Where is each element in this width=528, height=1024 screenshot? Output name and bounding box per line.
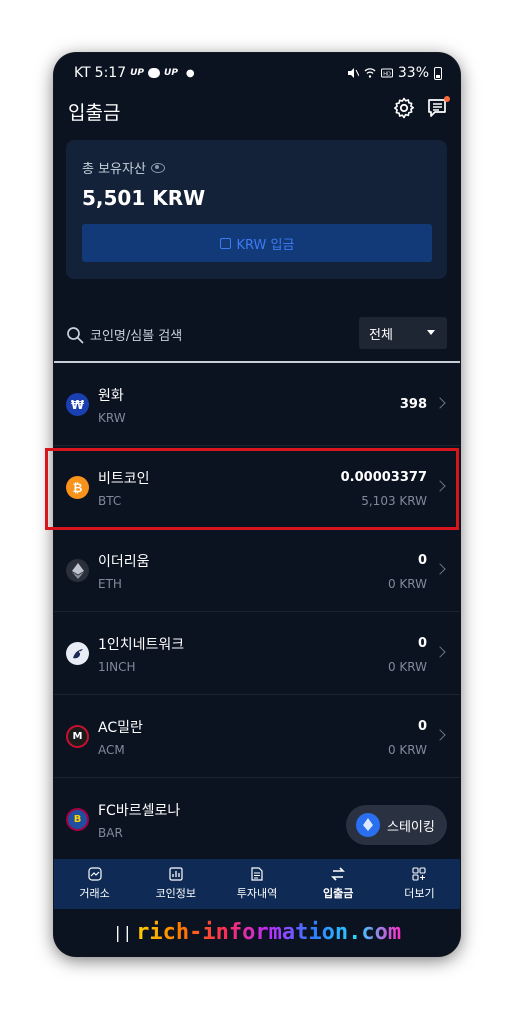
page-header: 입출금 <box>54 93 460 129</box>
coin-symbol: 1INCH <box>98 660 136 674</box>
carrier: KT <box>74 65 91 81</box>
search-row: 전체 <box>54 315 460 361</box>
transfer-icon <box>331 867 346 881</box>
highlight-box <box>45 448 459 530</box>
coin-name: 원화 <box>98 388 124 404</box>
nav-history[interactable]: 투자내역 <box>216 859 297 909</box>
mute-icon <box>347 68 359 78</box>
coin-row-krw[interactable]: ₩ 원화 KRW 398 <box>54 363 460 446</box>
staking-icon <box>356 813 380 837</box>
nav-transfer[interactable]: 입출금 <box>298 859 379 909</box>
clock: 5:17 <box>94 65 127 81</box>
battery-text: 33% <box>397 65 429 81</box>
asset-summary-card: 총 보유자산 5,501 KRW KRW 입금 <box>66 140 447 279</box>
ac-milan-icon: M <box>66 725 89 748</box>
staking-button[interactable]: 스테이킹 <box>346 805 447 845</box>
notice-badge <box>444 96 450 102</box>
coin-krw-value: 0 KRW <box>387 743 427 757</box>
gear-icon[interactable] <box>392 96 416 120</box>
ethereum-icon <box>66 559 89 582</box>
coin-name: 1인치네트워크 <box>98 637 185 653</box>
coin-krw-value: 0 KRW <box>387 577 427 591</box>
nav-exchange[interactable]: 거래소 <box>54 859 135 909</box>
asset-label-row: 총 보유자산 <box>82 158 165 177</box>
chevron-right-icon <box>434 397 446 409</box>
watermark-bar: || <box>112 923 133 942</box>
1inch-icon <box>66 642 89 665</box>
status-left: KT 5:17 UP UP ● <box>74 65 195 81</box>
filter-value: 전체 <box>369 327 393 343</box>
svg-text:HD: HD <box>383 71 391 77</box>
bottom-nav: 거래소 코인정보 투자내역 입출금 더보기 <box>54 859 460 909</box>
coin-name: 이더리움 <box>98 554 150 570</box>
nav-label: 투자내역 <box>236 887 278 900</box>
history-icon <box>251 867 263 881</box>
eye-icon[interactable] <box>150 162 165 173</box>
watermark-text: rich-information.com <box>136 920 402 945</box>
battery-icon <box>434 66 442 80</box>
staking-label: 스테이킹 <box>387 819 435 835</box>
asset-label: 총 보유자산 <box>82 162 146 177</box>
coin-row-acm[interactable]: M AC밀란 ACM 0 0 KRW <box>54 695 460 778</box>
nav-label: 거래소 <box>79 887 110 900</box>
status-tag-up-2: UP <box>164 68 178 78</box>
coin-name: FC바르셀로나 <box>98 803 181 819</box>
nav-coin-info[interactable]: 코인정보 <box>135 859 216 909</box>
dot-icon: ● <box>185 67 195 79</box>
coin-krw-value: 0 KRW <box>387 660 427 674</box>
fc-barcelona-icon: B <box>66 808 89 831</box>
coin-amount: 0 <box>417 719 427 734</box>
coin-symbol: ACM <box>98 743 125 757</box>
coin-symbol: BAR <box>98 826 123 840</box>
krw-icon: ₩ <box>66 393 89 416</box>
coin-symbol: ETH <box>98 577 122 591</box>
coin-list: ₩ 원화 KRW 398 ₿ 비트코인 BTC 0.00003377 5,103… <box>54 363 460 861</box>
coin-name: AC밀란 <box>98 720 143 736</box>
page-title: 입출금 <box>68 102 121 124</box>
filter-select[interactable]: 전체 <box>359 317 447 349</box>
deposit-icon <box>219 237 231 249</box>
nav-label: 더보기 <box>404 887 435 900</box>
coin-amount: 398 <box>399 397 427 412</box>
chevron-right-icon <box>434 646 446 658</box>
nav-label: 입출금 <box>323 887 354 900</box>
hd-icon: HD <box>380 68 393 78</box>
coin-row-eth[interactable]: 이더리움 ETH 0 0 KRW <box>54 529 460 612</box>
krw-deposit-button[interactable]: KRW 입금 <box>82 224 432 262</box>
coin-amount: 0 <box>417 636 427 651</box>
wifi-icon <box>364 68 376 78</box>
chevron-right-icon <box>434 563 446 575</box>
unicorn-glyph <box>72 648 83 658</box>
nav-label: 코인정보 <box>155 887 197 900</box>
search-icon <box>67 327 84 344</box>
more-icon <box>412 867 426 881</box>
exchange-icon <box>87 867 102 881</box>
deposit-label: KRW 입금 <box>236 237 295 253</box>
coin-row-1inch[interactable]: 1인치네트워크 1INCH 0 0 KRW <box>54 612 460 695</box>
chevron-right-icon <box>434 729 446 741</box>
ethereum-glyph <box>71 562 84 579</box>
chevron-down-icon <box>427 330 435 335</box>
asset-value: 5,501 KRW <box>82 186 206 210</box>
coin-info-icon <box>169 867 183 881</box>
status-right: HD 33% <box>347 65 442 81</box>
status-bar: KT 5:17 UP UP ● HD 33% <box>54 53 460 93</box>
coin-amount: 0 <box>417 553 427 568</box>
coin-symbol: KRW <box>98 411 126 425</box>
notice-button[interactable] <box>426 96 450 120</box>
watermark: || rich-information.com <box>54 909 460 956</box>
search-input[interactable] <box>90 323 290 349</box>
talk-icon <box>148 68 161 78</box>
nav-more[interactable]: 더보기 <box>379 859 460 909</box>
status-tag-up: UP <box>130 68 145 78</box>
